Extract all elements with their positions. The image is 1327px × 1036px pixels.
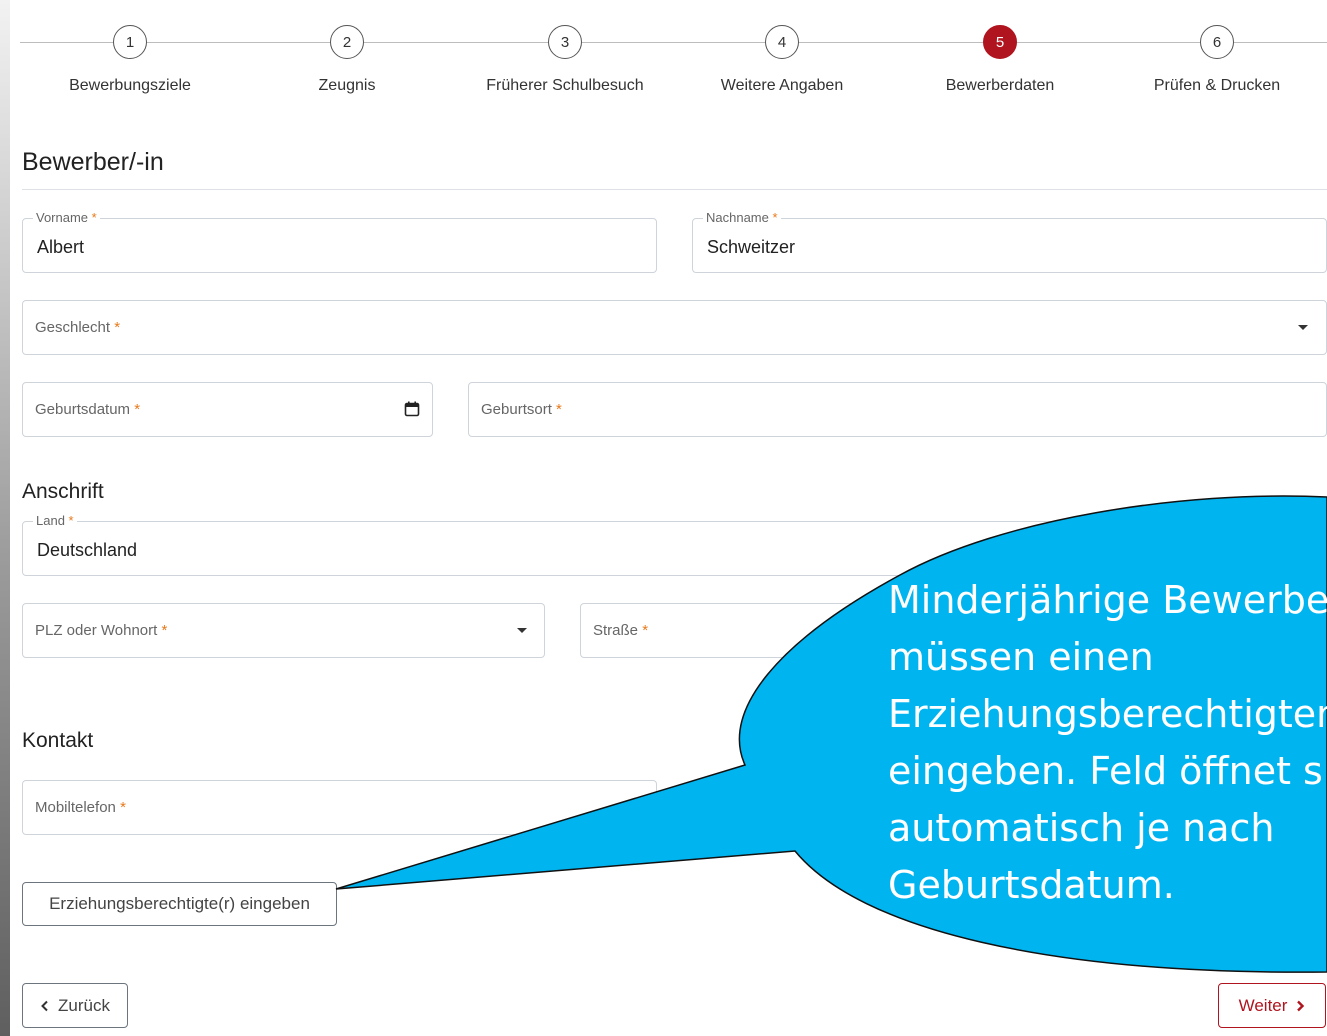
step-number: 5 [983,25,1017,59]
callout-line: Geburtsdatum. [888,863,1175,907]
step-number: 4 [765,25,799,59]
step-number: 3 [548,25,582,59]
callout-line: eingeben. Feld öffnet s [888,749,1323,793]
callout-line: automatisch je nach [888,806,1275,850]
step-number: 6 [1200,25,1234,59]
step-number: 1 [113,25,147,59]
callout-line: Minderjährige Bewerbe [888,578,1327,622]
step-number: 2 [330,25,364,59]
callout-text: Minderjährige Bewerbe müssen einen Erzie… [888,572,1327,922]
callout-line: müssen einen [888,635,1154,679]
callout-line: Erziehungsberechtigten [888,692,1327,736]
